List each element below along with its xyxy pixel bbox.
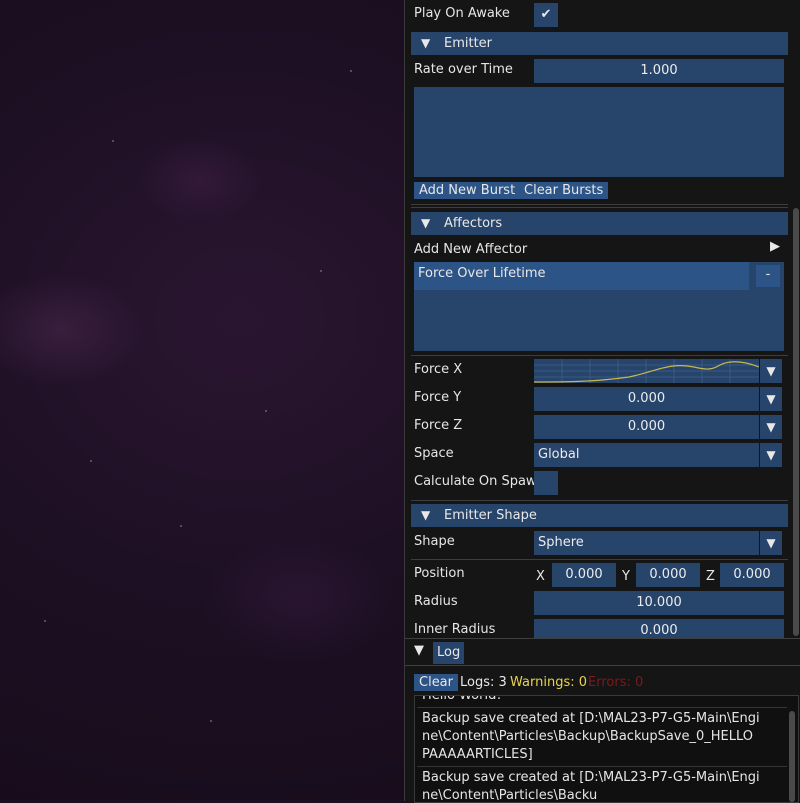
checkmark-icon: ✔ xyxy=(540,7,552,22)
emitter-shape-section-header[interactable]: ▼ Emitter Shape xyxy=(411,504,788,527)
dropdown-arrow-icon: ▼ xyxy=(766,392,776,406)
force-y-label: Force Y xyxy=(414,390,462,405)
add-new-burst-button[interactable]: Add New Burst xyxy=(414,182,521,199)
affectors-section-header[interactable]: ▼ Affectors xyxy=(411,212,788,235)
force-y-dropdown[interactable]: ▼ xyxy=(760,387,782,411)
emitter-header-label: Emitter xyxy=(444,36,493,51)
inspector-scrollbar[interactable] xyxy=(793,208,799,636)
clear-log-button[interactable]: Clear xyxy=(414,674,458,691)
logs-count: Logs: 3 xyxy=(460,675,507,690)
log-entry: Backup save created at [D:\MAL23-P7-G5-M… xyxy=(422,770,760,803)
radius-field[interactable]: 10.000 xyxy=(534,591,784,615)
dropdown-arrow-icon: ▼ xyxy=(766,420,776,434)
log-scrollbar[interactable] xyxy=(789,711,795,802)
clear-bursts-button[interactable]: Clear Bursts xyxy=(519,182,609,199)
shape-label: Shape xyxy=(414,534,455,549)
position-y-field[interactable]: 0.000 xyxy=(636,563,700,587)
divider xyxy=(411,204,788,205)
force-curve-graph xyxy=(533,359,760,383)
add-new-affector-label[interactable]: Add New Affector xyxy=(414,242,527,257)
scene-viewport[interactable] xyxy=(0,0,404,800)
force-x-curve[interactable] xyxy=(533,359,760,383)
rate-over-time-field[interactable]: 1.000 xyxy=(534,59,784,83)
emitter-section-header[interactable]: ▼ Emitter xyxy=(411,32,788,55)
position-label: Position xyxy=(414,566,465,581)
force-z-dropdown[interactable]: ▼ xyxy=(760,415,782,439)
dropdown-arrow-icon: ▼ xyxy=(766,448,776,462)
errors-count: Errors: 0 xyxy=(588,675,644,690)
force-z-label: Force Z xyxy=(414,418,463,433)
space-dropdown[interactable]: ▼ xyxy=(760,443,782,467)
radius-label: Radius xyxy=(414,594,458,609)
log-entry: Backup save created at [D:\MAL23-P7-G5-M… xyxy=(422,711,760,762)
triangle-down-icon: ▼ xyxy=(421,216,431,230)
affector-list[interactable]: Force Over Lifetime - xyxy=(414,262,784,351)
force-y-field[interactable]: 0.000 xyxy=(534,387,759,411)
divider xyxy=(411,500,788,501)
dropdown-arrow-icon: ▼ xyxy=(766,364,776,378)
log-tab[interactable]: Log xyxy=(433,642,465,664)
play-on-awake-checkbox[interactable]: ✔ xyxy=(534,3,558,27)
position-y-label: Y xyxy=(622,569,630,584)
space-label: Space xyxy=(414,446,454,461)
dropdown-arrow-icon: ▼ xyxy=(766,536,776,550)
shape-dropdown[interactable]: ▼ xyxy=(760,531,782,555)
space-select[interactable]: Global xyxy=(534,443,759,467)
particle-inspector-panel: Play On Awake ✔ ▼ Emitter Rate over Time… xyxy=(404,0,800,638)
emitter-shape-header-label: Emitter Shape xyxy=(444,508,537,523)
inner-radius-label: Inner Radius xyxy=(414,622,496,637)
shape-select[interactable]: Sphere xyxy=(534,531,759,555)
warnings-count: Warnings: 0 xyxy=(510,675,588,690)
remove-affector-button[interactable]: - xyxy=(756,265,780,287)
divider xyxy=(417,766,787,767)
triangle-down-icon: ▼ xyxy=(421,36,431,50)
triangle-right-icon[interactable]: ▶ xyxy=(770,239,780,254)
affector-item-force-over-lifetime[interactable]: Force Over Lifetime xyxy=(414,262,749,290)
play-on-awake-label: Play On Awake xyxy=(414,6,510,21)
affectors-header-label: Affectors xyxy=(444,216,503,231)
inner-radius-field[interactable]: 0.000 xyxy=(534,619,784,638)
position-z-field[interactable]: 0.000 xyxy=(720,563,784,587)
rate-over-time-label: Rate over Time xyxy=(414,62,513,77)
position-z-label: Z xyxy=(706,569,715,584)
triangle-down-icon: ▼ xyxy=(421,508,431,522)
calculate-on-spawn-label: Calculate On Spawn xyxy=(414,474,545,489)
burst-list[interactable] xyxy=(414,87,784,177)
divider xyxy=(417,707,787,708)
divider xyxy=(411,207,788,208)
divider xyxy=(411,559,788,560)
force-z-field[interactable]: 0.000 xyxy=(534,415,759,439)
force-x-dropdown[interactable]: ▼ xyxy=(760,359,782,383)
tab-underline xyxy=(405,665,800,666)
collapse-log-icon[interactable]: ▼ xyxy=(414,643,424,658)
position-x-field[interactable]: 0.000 xyxy=(552,563,616,587)
force-x-label: Force X xyxy=(414,362,463,377)
log-output[interactable]: Hello World! Backup save created at [D:\… xyxy=(414,695,799,803)
log-panel: ▼ Log Clear Logs: 3 Warnings: 0 Errors: … xyxy=(404,638,800,803)
position-x-label: X xyxy=(536,569,545,584)
divider xyxy=(411,355,788,356)
log-entry: Hello World! xyxy=(422,695,502,703)
calculate-on-spawn-checkbox[interactable] xyxy=(534,471,558,495)
